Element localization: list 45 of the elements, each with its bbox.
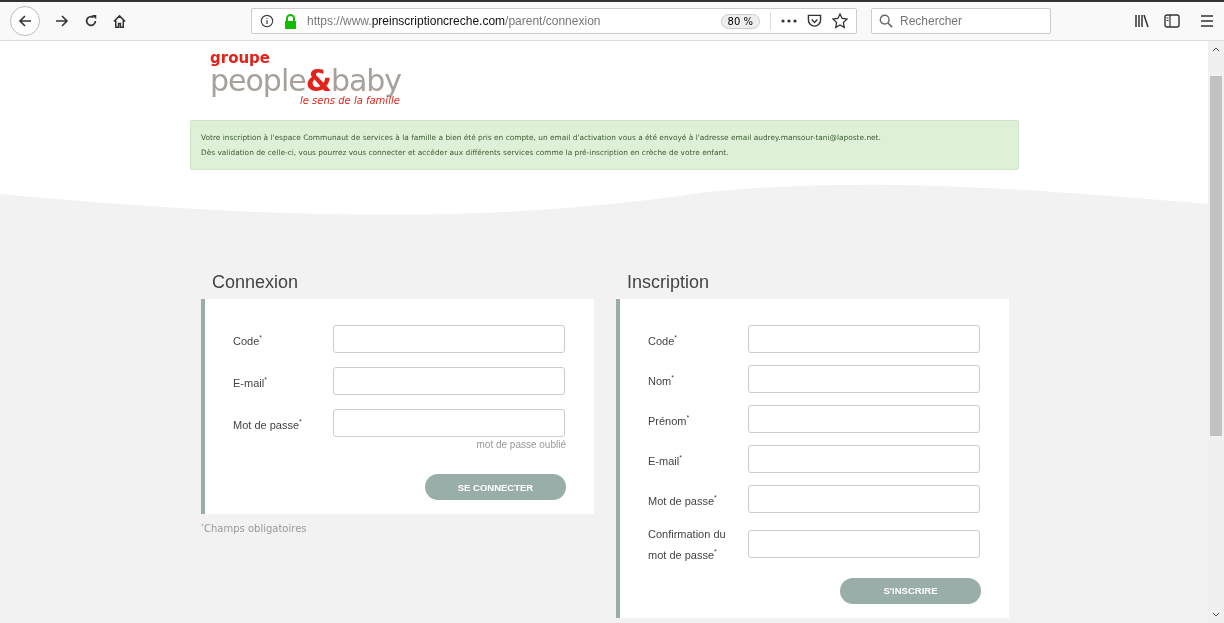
star-icon[interactable] (832, 13, 848, 29)
input-field[interactable] (748, 445, 980, 473)
input-field[interactable] (333, 409, 565, 437)
pocket-icon[interactable] (807, 14, 822, 28)
sidebar-icon[interactable] (1164, 14, 1180, 28)
scroll-down-icon[interactable] (1212, 612, 1220, 617)
menu-icon[interactable] (1200, 15, 1214, 27)
field-label: Code$^{*}$ (648, 332, 679, 349)
input-field[interactable] (748, 485, 980, 513)
scroll-up-icon[interactable] (1212, 47, 1220, 52)
field-label: E-mail$^{*}$ (233, 374, 268, 391)
logo: groupe people&baby le sens de la famille (209, 51, 403, 106)
forward-icon[interactable] (54, 13, 70, 29)
field-label: Nom$^{*}$ (648, 372, 675, 389)
input-field[interactable] (748, 405, 980, 433)
search-field[interactable]: Rechercher (871, 8, 1051, 34)
section-title: Inscription (627, 272, 711, 293)
section-title: Connexion (212, 272, 300, 293)
more-icon[interactable] (781, 19, 797, 23)
field-label: E-mail$^{*}$ (648, 452, 683, 469)
signup-button[interactable]: S'INSCRIRE (840, 577, 981, 604)
field-label: Mot de passe$^{*}$ (233, 416, 303, 433)
required-note: $^{*}$Champs obligatoires (201, 522, 308, 535)
back-button[interactable] (10, 6, 40, 36)
zoom-badge[interactable]: 80 % (720, 13, 760, 29)
library-icon[interactable] (1134, 14, 1150, 28)
address-bar[interactable]: https://www.preinscriptioncreche.com/parent/connexion 80 % (251, 8, 857, 34)
input-field[interactable] (748, 325, 980, 353)
reload-icon[interactable] (84, 14, 98, 28)
url-text: https://www.preinscriptioncreche.com/parent/connexion (307, 14, 602, 28)
input-field[interactable] (748, 530, 980, 559)
input-field[interactable] (748, 365, 980, 393)
info-icon[interactable] (260, 14, 274, 28)
input-field[interactable] (333, 367, 565, 395)
field-label: Code$^{*}$ (233, 332, 264, 349)
lock-icon (284, 13, 297, 29)
field-label: Mot de passe$^{*}$ (648, 492, 718, 509)
input-field[interactable] (333, 325, 565, 353)
field-label: Prénom$^{*}$ (648, 412, 691, 429)
back-arrow-icon (17, 13, 33, 29)
scrollbar-thumb[interactable] (1210, 76, 1222, 436)
home-icon[interactable] (112, 13, 127, 29)
login-button[interactable]: SE CONNECTER (425, 474, 566, 500)
forgot-password-link[interactable]: mot de passe oublié (476, 439, 566, 450)
field-label: Confirmation du mot de passe$^{*}$ (648, 527, 727, 563)
